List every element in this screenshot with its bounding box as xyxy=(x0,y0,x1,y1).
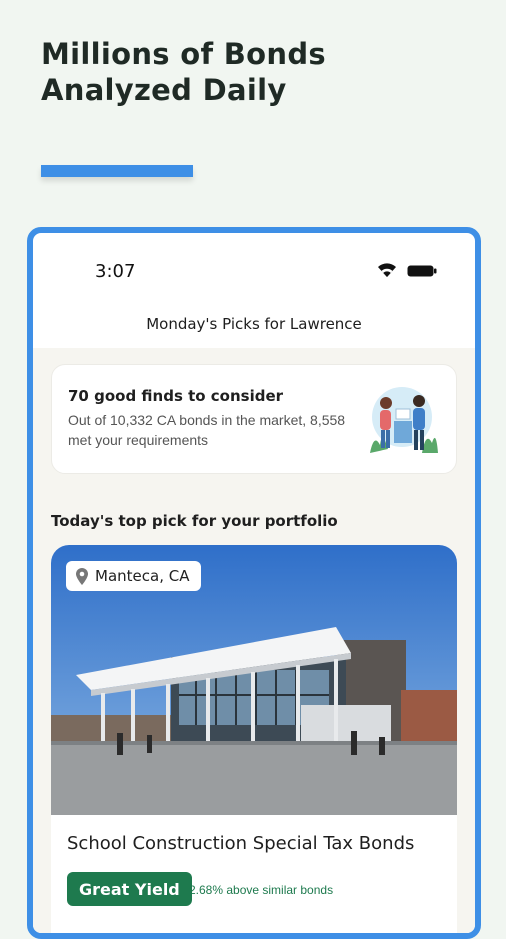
yield-note: 2.68% above similar bonds xyxy=(189,883,334,897)
location-chip: Manteca, CA xyxy=(66,561,202,591)
hero-line-2: Analyzed Daily xyxy=(41,73,287,107)
accent-bar xyxy=(41,165,193,177)
bond-title: School Construction Special Tax Bonds xyxy=(67,833,415,854)
finds-title: 70 good finds to consider xyxy=(68,387,284,405)
hero-line-1: Millions of Bonds xyxy=(41,37,326,71)
battery-icon xyxy=(407,265,437,277)
status-bar: 3:07 xyxy=(33,233,475,303)
page-title: Monday's Picks for Lawrence xyxy=(146,315,362,333)
finds-card[interactable]: 70 good finds to consider Out of 10,332 … xyxy=(51,364,457,474)
status-time: 3:07 xyxy=(95,261,136,282)
great-yield-badge: Great Yield xyxy=(67,872,192,906)
finds-subtitle: Out of 10,332 CA bonds in the market, 8,… xyxy=(68,412,346,448)
location-pin-icon xyxy=(76,567,88,585)
top-pick-card[interactable]: Manteca, CA School Construction Special … xyxy=(51,545,457,933)
people-illustration xyxy=(370,387,438,453)
section-title: Today's top pick for your portfolio xyxy=(51,512,338,530)
wifi-icon xyxy=(378,263,396,277)
hero-headline: Millions of Bonds Analyzed Daily xyxy=(41,36,326,108)
picks-content: 70 good finds to consider Out of 10,332 … xyxy=(33,348,475,933)
location-label: Manteca, CA xyxy=(95,567,190,585)
phone-frame: 3:07 Monday's Picks for Lawrence 70 good… xyxy=(27,227,481,939)
